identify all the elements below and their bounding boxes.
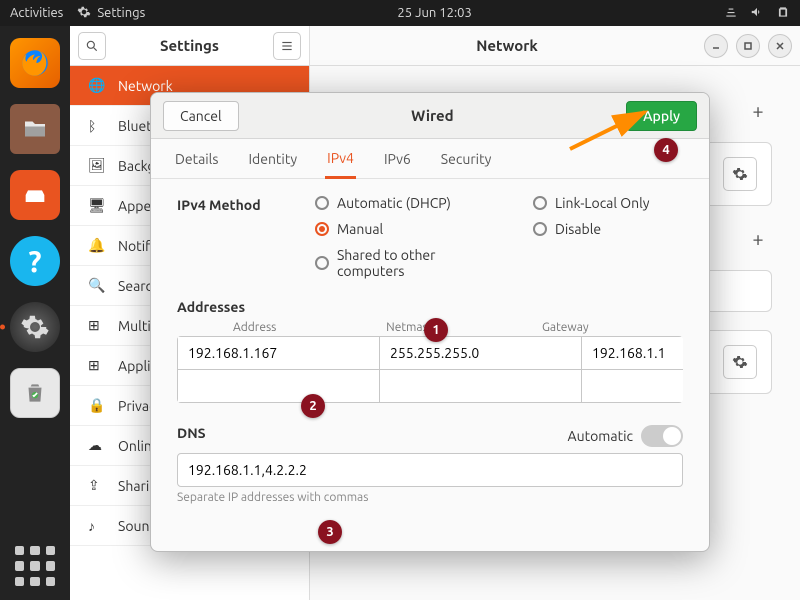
radio-manual[interactable]: Manual [315, 221, 505, 237]
battery-icon[interactable] [776, 5, 790, 22]
address-input[interactable] [177, 336, 380, 370]
dns-label: DNS [177, 425, 206, 441]
dock-software[interactable] [10, 170, 60, 220]
gnome-topbar: Activities Settings 25 Jun 12:03 [0, 0, 800, 26]
dns-automatic-toggle[interactable] [641, 425, 683, 447]
content-title: Network [318, 37, 696, 54]
ipv4-method-label: IPv4 Method [177, 195, 287, 213]
dock-help[interactable]: ? [10, 236, 60, 286]
radio-label: Manual [337, 221, 383, 237]
annotation-1: 1 [424, 318, 448, 342]
gateway-input[interactable] [582, 336, 683, 370]
addresses-label: Addresses [177, 299, 683, 315]
minimize-button[interactable] [704, 34, 728, 58]
category-icon: ☁ [88, 437, 104, 454]
category-icon: ♪ [88, 518, 104, 534]
radio-icon [315, 196, 329, 210]
netmask-input[interactable] [380, 336, 582, 370]
category-icon: ᛒ [88, 118, 104, 134]
dock-trash[interactable] [10, 368, 60, 418]
menu-button[interactable] [273, 32, 301, 60]
dock-firefox[interactable] [10, 38, 60, 88]
category-icon: 🖥 [88, 197, 104, 214]
category-icon: 🖼 [88, 157, 104, 174]
radio-icon [315, 256, 329, 270]
dns-hint: Separate IP addresses with commas [177, 491, 683, 504]
annotation-arrow [565, 104, 655, 154]
tab-ipv6[interactable]: IPv6 [382, 141, 413, 177]
tab-details[interactable]: Details [173, 141, 220, 177]
wired-settings-button[interactable] [723, 157, 757, 191]
cancel-button[interactable]: Cancel [163, 101, 239, 131]
radio-icon [315, 222, 329, 236]
dock-settings[interactable] [10, 302, 60, 352]
address-row [177, 336, 683, 370]
radio-label: Automatic (DHCP) [337, 195, 451, 211]
app-menu[interactable]: Settings [77, 5, 145, 22]
maximize-button[interactable] [736, 34, 760, 58]
proxy-settings-button[interactable] [723, 345, 757, 379]
category-icon: 🔔 [88, 237, 104, 254]
col-gateway: Gateway [488, 321, 643, 334]
radio-icon [533, 222, 547, 236]
category-icon: 🌐 [88, 77, 104, 94]
category-icon: 🔒 [88, 397, 104, 414]
address-row [177, 370, 683, 403]
dock-files[interactable] [10, 104, 60, 154]
netmask-input[interactable] [380, 370, 582, 403]
tab-identity[interactable]: Identity [246, 141, 299, 177]
radio-link-local-only[interactable]: Link-Local Only [533, 195, 683, 211]
col-netmask: Netmask [332, 321, 487, 334]
network-status-icon[interactable] [724, 5, 738, 22]
radio-label: Disable [555, 221, 601, 237]
annotation-3: 3 [318, 520, 342, 544]
category-icon: ⇪ [88, 477, 104, 494]
dns-automatic-label: Automatic [568, 428, 633, 444]
tab-security[interactable]: Security [439, 141, 494, 177]
category-icon: ⊞ [88, 317, 104, 334]
radio-shared-to-other-computers[interactable]: Shared to other computers [315, 247, 505, 279]
category-icon: ⊞ [88, 357, 104, 374]
annotation-4: 4 [654, 138, 678, 162]
radio-icon [533, 196, 547, 210]
radio-label: Shared to other computers [337, 247, 505, 279]
show-applications[interactable] [15, 546, 55, 586]
volume-icon[interactable] [750, 5, 764, 22]
dock: ? [0, 26, 70, 600]
search-button[interactable] [78, 32, 106, 60]
sidebar-title: Settings [106, 37, 273, 54]
add-vpn-button[interactable]: + [744, 224, 772, 252]
app-menu-label: Settings [97, 6, 145, 20]
activities-button[interactable]: Activities [10, 6, 63, 20]
radio-disable[interactable]: Disable [533, 221, 683, 237]
gateway-input[interactable] [582, 370, 683, 403]
dns-input[interactable] [177, 453, 683, 487]
category-icon: 🔍 [88, 277, 104, 294]
gear-icon [77, 5, 91, 22]
radio-automatic-dhcp-[interactable]: Automatic (DHCP) [315, 195, 505, 211]
col-address: Address [177, 321, 332, 334]
tab-ipv4[interactable]: IPv4 [325, 140, 356, 179]
annotation-2: 2 [301, 394, 325, 418]
radio-label: Link-Local Only [555, 195, 650, 211]
add-wired-button[interactable]: + [744, 96, 772, 124]
address-input[interactable] [177, 370, 380, 403]
close-button[interactable] [768, 34, 792, 58]
clock[interactable]: 25 Jun 12:03 [145, 6, 724, 20]
